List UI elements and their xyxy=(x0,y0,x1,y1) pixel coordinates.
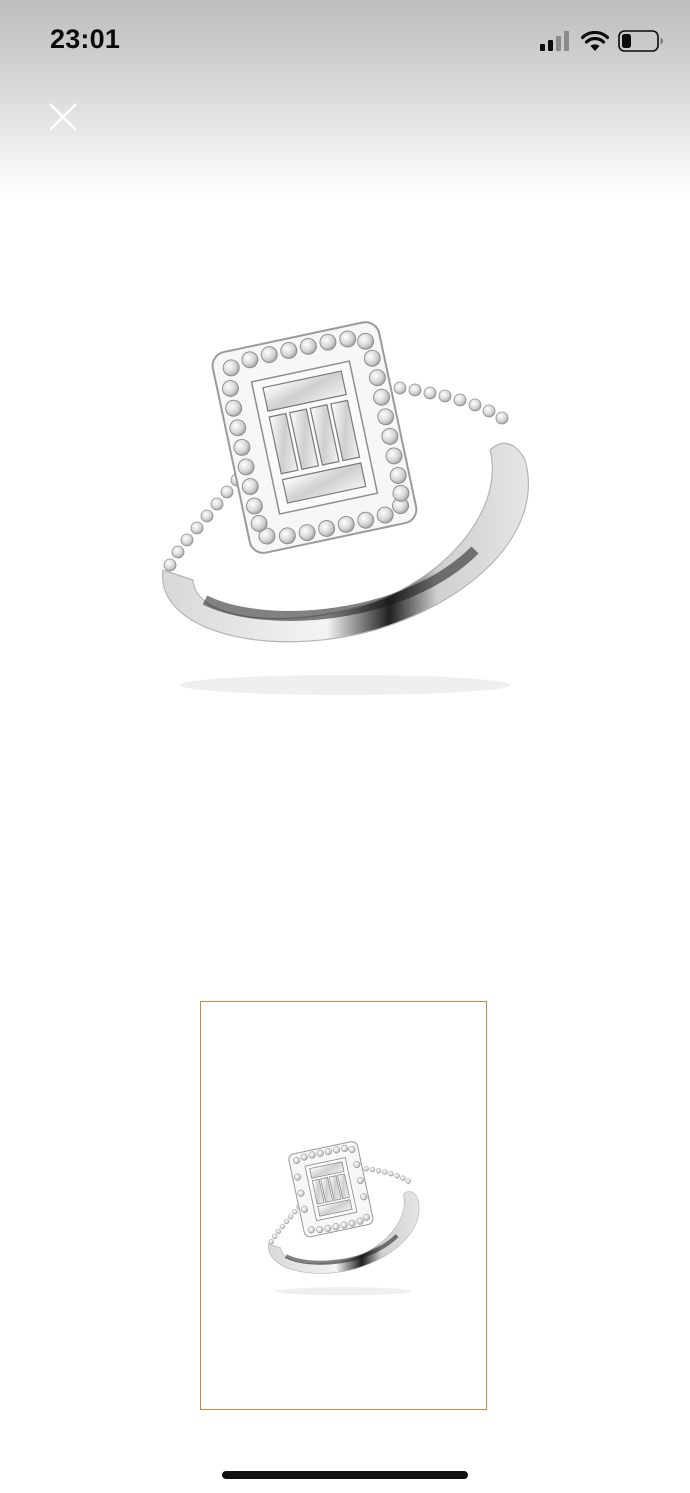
battery-icon xyxy=(618,30,663,52)
status-time: 23:01 xyxy=(50,24,121,54)
ring-thumbnail-image xyxy=(268,1141,420,1296)
cellular-signal-icon xyxy=(540,31,569,51)
status-icons xyxy=(540,29,664,53)
status-bar: 23:01 xyxy=(0,0,690,80)
close-icon xyxy=(49,103,77,131)
wifi-icon xyxy=(581,30,609,51)
thumbnail-selected[interactable] xyxy=(200,1001,487,1410)
ring-product-image[interactable] xyxy=(145,300,545,710)
close-button[interactable] xyxy=(44,98,82,136)
home-indicator[interactable] xyxy=(222,1471,468,1479)
